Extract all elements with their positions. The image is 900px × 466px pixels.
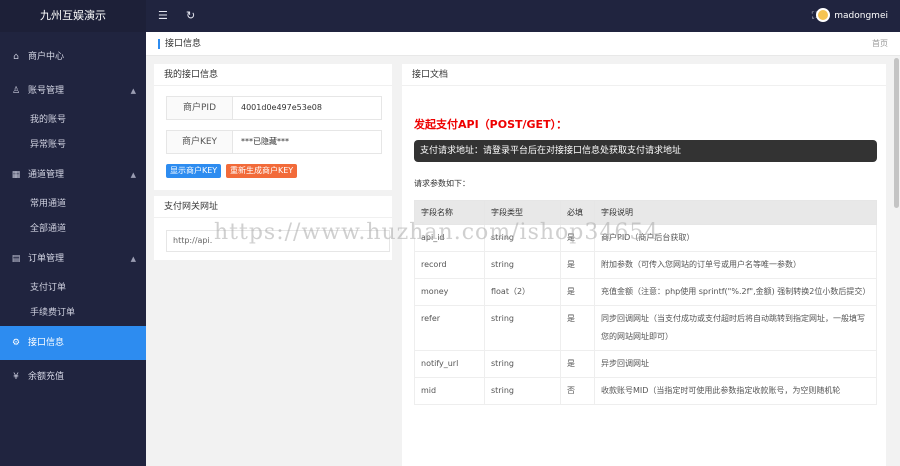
show-key-button[interactable]: 显示商户KEY [166, 164, 222, 178]
key-value: ***已隐藏*** [241, 137, 289, 146]
table-cell: mid [414, 377, 485, 405]
column-header: 必填 [560, 200, 595, 225]
table-cell: 附加参数（可传入您网站的订单号或用户名等唯一参数） [594, 251, 877, 279]
key-label: 商户KEY [167, 131, 233, 153]
table-cell: 是 [560, 350, 595, 378]
sidebar-item-account[interactable]: ♙ 账号管理 ▲ [0, 74, 146, 108]
sidebar-item-label: 通道管理 [28, 170, 65, 180]
table-row: refer string 是 同步回调网址（当支付成功或支付超时后将自动跳转到指… [414, 305, 877, 351]
table-cell: money [414, 278, 485, 306]
yen-icon: ¥ [13, 372, 19, 382]
page-title: 接口信息 [165, 39, 202, 49]
panel-title: 我的接口信息 [154, 64, 392, 86]
table-cell: float（2） [484, 278, 561, 306]
table-row: api_id string 是 商户PID（商户后台获取） [414, 224, 877, 252]
table-header-row: 字段名称 字段类型 必填 字段说明 [414, 200, 877, 225]
table-row: money float（2） 是 充值金额（注意：php使用 sprintf("… [414, 278, 877, 306]
table-cell: string [484, 251, 561, 279]
sidebar-item-merchant-center[interactable]: ⌂ 商户中心 [0, 40, 146, 74]
params-intro: 请求参数如下： [414, 179, 470, 188]
api-icon: ⚙ [11, 338, 21, 348]
table-cell: 同步回调网址（当支付成功或支付超时后将自动跳转到指定网址，一般填写您的网站网址即… [594, 305, 877, 351]
chevron-up-icon: ▲ [130, 87, 136, 95]
menu-toggle-icon[interactable]: ☰ [158, 0, 168, 32]
breadcrumb-home-link[interactable]: 首页 [872, 32, 888, 56]
table-cell: string [484, 224, 561, 252]
sidebar-item-api-info[interactable]: ⚙ 接口信息 [0, 326, 146, 360]
table-cell: notify_url [414, 350, 485, 378]
sidebar-sub-abnormal-account[interactable]: 异常账号 [0, 133, 146, 158]
scrollbar-thumb[interactable] [894, 58, 899, 208]
table-cell: api_id [414, 224, 485, 252]
table-cell: 是 [560, 251, 595, 279]
table-cell: 异步回调网址 [594, 350, 877, 378]
table-cell: 商户PID（商户后台获取） [594, 224, 877, 252]
user-icon: ♙ [11, 86, 21, 96]
sidebar-sub-common-channel[interactable]: 常用通道 [0, 192, 146, 217]
my-api-info-panel: 我的接口信息 商户PID 4001d0e497e53e08 商户KEY ***已… [154, 64, 392, 190]
gateway-panel: 支付网关网址 http://api. [154, 196, 392, 260]
table-cell: string [484, 305, 561, 351]
params-table: 字段名称 字段类型 必填 字段说明 api_id string 是 商户PID（… [414, 200, 877, 405]
table-cell: 是 [560, 224, 595, 252]
table-cell: 否 [560, 377, 595, 405]
sidebar-item-channel[interactable]: ▦ 通道管理 ▲ [0, 158, 146, 192]
panel-title: 接口文档 [402, 64, 886, 86]
sidebar-sub-all-channel[interactable]: 全部通道 [0, 217, 146, 242]
request-url-tip: 支付请求地址：请登录平台后在对接接口信息处获取支付请求地址 [414, 140, 877, 162]
chevron-up-icon: ▲ [130, 255, 136, 263]
sidebar-item-label: 接口信息 [28, 338, 65, 348]
brand-title: 九州互娱演示 [0, 0, 146, 32]
key-row: 商户KEY ***已隐藏*** [166, 130, 382, 154]
pid-row: 商户PID 4001d0e497e53e08 [166, 96, 382, 120]
pid-label: 商户PID [167, 97, 233, 119]
refresh-icon[interactable]: ↻ [186, 0, 195, 32]
page-scrollbar[interactable] [893, 56, 900, 466]
table-cell: string [484, 350, 561, 378]
table-cell: record [414, 251, 485, 279]
column-header: 字段名称 [414, 200, 485, 225]
api-docs-panel: 接口文档 发起支付API（POST/GET）： 支付请求地址：请登录平台后在对接… [402, 64, 886, 466]
gateway-url-field[interactable]: http://api. [166, 230, 390, 252]
breadcrumb-marker [158, 39, 160, 49]
table-row: record string 是 附加参数（可传入您网站的订单号或用户名等唯一参数… [414, 251, 877, 279]
sidebar-sub-fee-orders[interactable]: 手续费订单 [0, 301, 146, 326]
regenerate-key-button[interactable]: 重新生成商户KEY [226, 164, 298, 178]
sidebar-item-orders[interactable]: ▤ 订单管理 ▲ [0, 242, 146, 276]
channel-icon: ▦ [11, 170, 21, 180]
panel-title: 支付网关网址 [154, 196, 392, 218]
doc-heading: 发起支付API（POST/GET）： [414, 118, 568, 131]
sidebar: 九州互娱演示 ⌂ 商户中心 ♙ 账号管理 ▲ 我的账号 异常账号 ▦ 通道管理 ▲ 常… [0, 0, 146, 466]
table-cell: 是 [560, 305, 595, 351]
chevron-up-icon: ▲ [130, 171, 136, 179]
pid-value: 4001d0e497e53e08 [241, 103, 322, 112]
sidebar-item-label: 账号管理 [28, 86, 65, 96]
user-menu[interactable]: madongmei [816, 0, 888, 32]
table-cell: refer [414, 305, 485, 351]
home-icon: ⌂ [13, 52, 19, 62]
column-header: 字段类型 [484, 200, 561, 225]
sidebar-item-label: 订单管理 [28, 254, 65, 264]
column-header: 字段说明 [594, 200, 877, 225]
sidebar-item-recharge[interactable]: ¥ 余额充值 [0, 360, 146, 394]
sidebar-sub-my-account[interactable]: 我的账号 [0, 108, 146, 133]
username: madongmei [834, 11, 888, 21]
sidebar-sub-pay-orders[interactable]: 支付订单 [0, 276, 146, 301]
order-icon: ▤ [11, 254, 21, 264]
table-row: notify_url string 是 异步回调网址 [414, 350, 877, 378]
table-cell: 收款账号MID（当指定时可使用此参数指定收款账号，为空则随机轮 [594, 377, 877, 405]
breadcrumb: 接口信息 首页 [146, 32, 900, 56]
table-cell: 充值金额（注意：php使用 sprintf("%.2f",金额) 强制转换2位小… [594, 278, 877, 306]
sidebar-item-label: 商户中心 [28, 52, 65, 62]
avatar [816, 7, 831, 22]
table-cell: 是 [560, 278, 595, 306]
top-bar: ☰ ↻ ⛶ madongmei [146, 0, 900, 32]
table-cell: string [484, 377, 561, 405]
table-row: mid string 否 收款账号MID（当指定时可使用此参数指定收款账号，为空… [414, 377, 877, 405]
sidebar-item-label: 余额充值 [28, 372, 65, 382]
